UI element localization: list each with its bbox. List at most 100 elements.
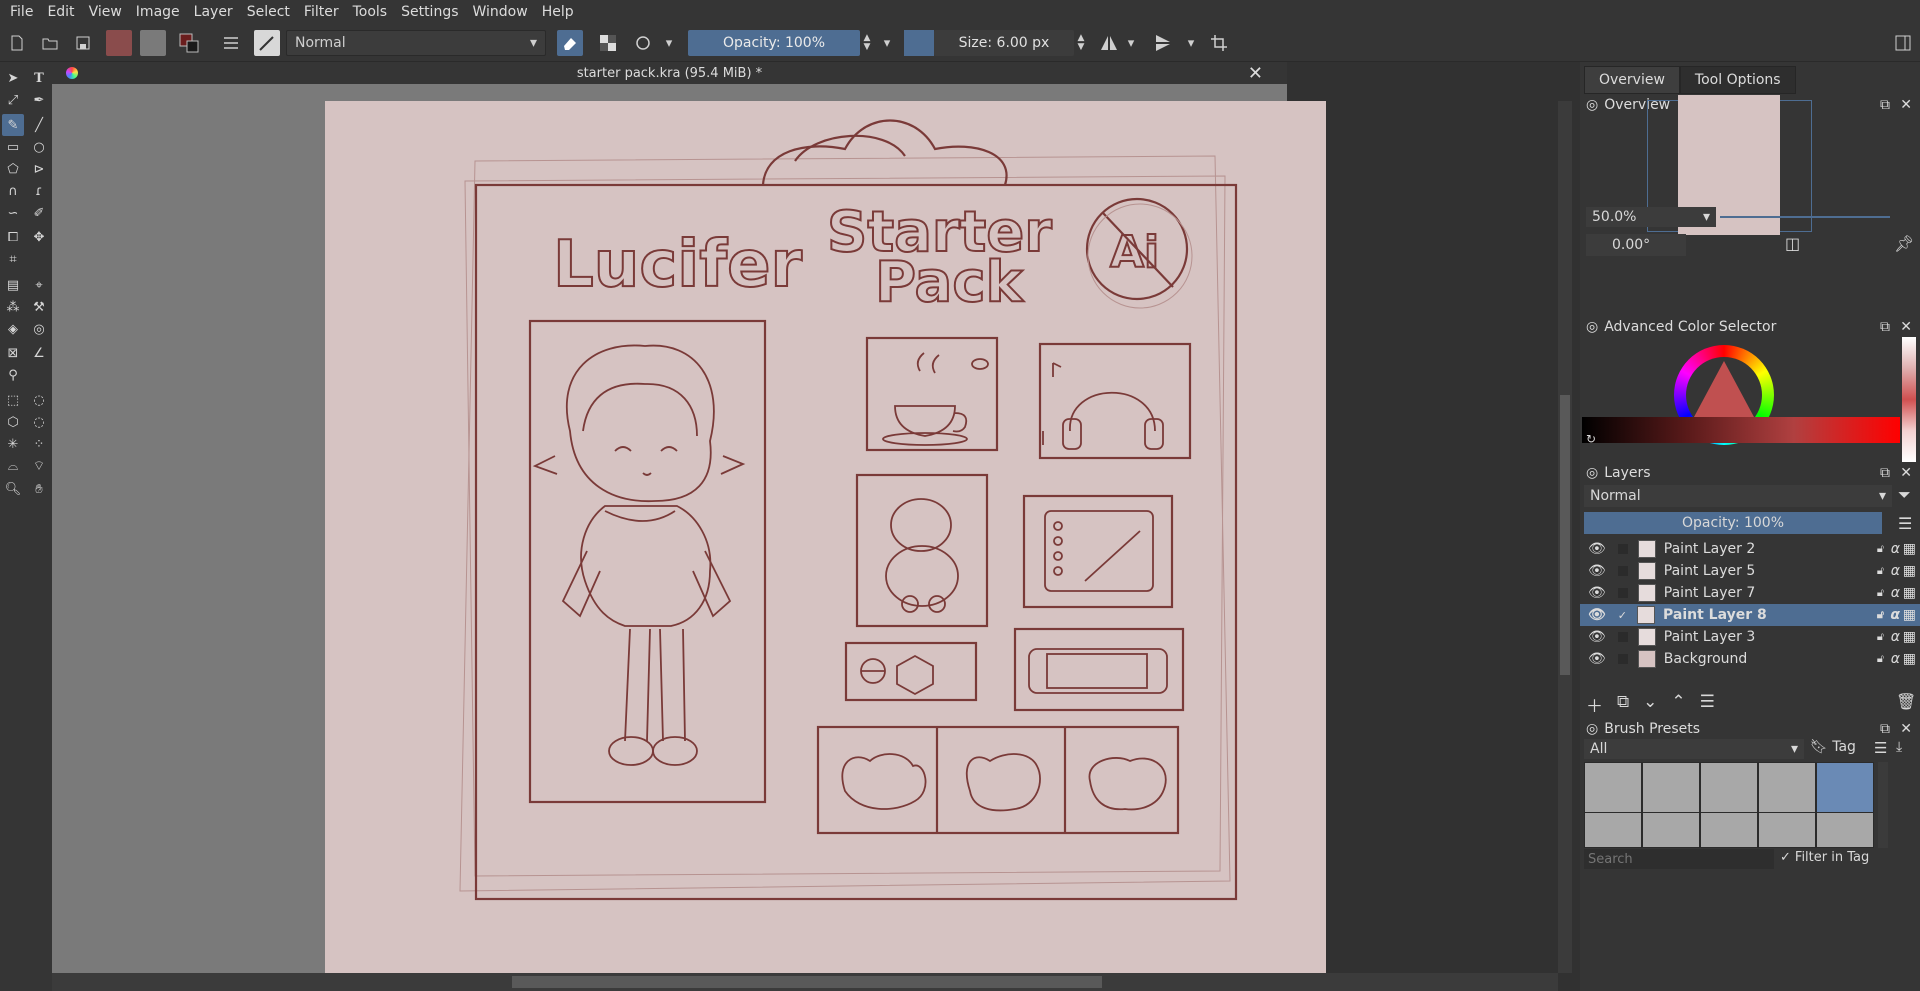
brush-tag-select[interactable]: All ▾: [1584, 739, 1804, 759]
vertical-scroll-thumb[interactable]: [1560, 395, 1570, 675]
menu-help[interactable]: Help: [542, 4, 574, 20]
eraser-mode-icon[interactable]: [557, 30, 583, 56]
fill-tool-icon[interactable]: ◈: [2, 318, 24, 340]
size-slider-fill[interactable]: [904, 30, 934, 56]
alpha-lock-icon[interactable]: ▦: [1903, 629, 1916, 645]
mirror-h-dropdown-icon[interactable]: ▾: [1124, 30, 1138, 56]
mirror-v-dropdown-icon[interactable]: ▾: [1184, 30, 1198, 56]
alpha-lock-icon[interactable]: ▦: [1903, 541, 1916, 557]
alpha-inherit-icon[interactable]: α: [1891, 629, 1900, 645]
calligraphy-icon[interactable]: ✒: [28, 89, 50, 111]
crop-tool-icon[interactable]: ⌗: [2, 248, 24, 270]
opacity-stepper[interactable]: ▲ ▼: [860, 30, 874, 56]
layer-lock-icon[interactable]: 🔓︎: [1877, 586, 1884, 600]
close-docker-icon[interactable]: ✕: [1900, 721, 1912, 737]
layer-options-icon[interactable]: ☰: [1898, 514, 1912, 533]
reference-tool-icon[interactable]: ⚲: [2, 364, 24, 386]
brush-presets-scrollbar[interactable]: [1878, 762, 1888, 848]
close-document-icon[interactable]: ✕: [1248, 63, 1263, 84]
rectangle-tool-icon[interactable]: ▭: [2, 136, 24, 158]
freehand-path-icon[interactable]: ɾ: [28, 180, 50, 202]
layer-checkbox[interactable]: [1617, 632, 1628, 642]
freehand-brush-icon[interactable]: ✎: [2, 114, 24, 136]
menu-tools[interactable]: Tools: [353, 4, 388, 20]
menu-filter[interactable]: Filter: [304, 4, 339, 20]
lock-icon[interactable]: ◎: [1586, 465, 1598, 481]
line-tool-icon[interactable]: ╱: [28, 114, 50, 136]
measure-tool-icon[interactable]: ∠: [28, 342, 50, 364]
layer-check-icon[interactable]: ✓: [1618, 609, 1627, 622]
dynamic-brush-icon[interactable]: ∽: [2, 202, 24, 224]
color-history-strip[interactable]: [1902, 337, 1916, 462]
canvas-vertical-scrollbar[interactable]: [1558, 101, 1572, 973]
add-layer-icon[interactable]: ＋: [1586, 692, 1603, 717]
layer-row[interactable]: 👁︎ Paint Layer 3 🔓︎ α ▦: [1580, 626, 1920, 648]
brush-preset-thumbnail[interactable]: [1758, 812, 1816, 848]
visibility-eye-icon[interactable]: 👁︎: [1588, 563, 1606, 579]
polyline-tool-icon[interactable]: ⊳: [28, 158, 50, 180]
menu-settings[interactable]: Settings: [401, 4, 458, 20]
menu-edit[interactable]: Edit: [47, 4, 74, 20]
save-icon[interactable]: [70, 30, 96, 56]
alpha-inherit-icon[interactable]: α: [1890, 607, 1900, 623]
menu-window[interactable]: Window: [473, 4, 528, 20]
visibility-eye-icon[interactable]: 👁︎: [1588, 651, 1606, 667]
layer-row-selected[interactable]: 👁︎ ✓ Paint Layer 8 🔓︎ α ▦: [1580, 604, 1920, 626]
lock-icon[interactable]: ◎: [1586, 97, 1598, 113]
select-shapes-icon[interactable]: ➤: [2, 67, 24, 89]
magnetic-select-icon[interactable]: ⌔: [28, 455, 50, 477]
alpha-inherit-icon[interactable]: α: [1891, 585, 1900, 601]
visibility-eye-icon[interactable]: 👁︎: [1588, 585, 1606, 601]
menu-view[interactable]: View: [89, 4, 122, 20]
canvas-horizontal-scrollbar[interactable]: [52, 973, 1558, 991]
text-tool-icon[interactable]: T: [28, 67, 50, 89]
mirror-horizontal-icon[interactable]: [1096, 30, 1122, 56]
layer-opacity-slider[interactable]: Opacity: 100%: [1584, 512, 1882, 534]
ellipse-select-icon[interactable]: ◌: [28, 389, 50, 411]
layer-row[interactable]: 👁︎ Paint Layer 2 🔓︎ α ▦: [1580, 538, 1920, 560]
brush-preset-icon[interactable]: [254, 30, 280, 56]
zoom-select[interactable]: 50.0% ▾: [1586, 207, 1716, 227]
pan-tool-icon[interactable]: ✋︎: [28, 478, 50, 500]
brush-preset-thumbnail[interactable]: [1700, 812, 1758, 848]
refresh-icon[interactable]: ↻: [1586, 432, 1596, 446]
edit-shapes-icon[interactable]: ⤢: [2, 89, 24, 111]
layer-checkbox[interactable]: [1617, 588, 1628, 598]
tab-overview[interactable]: Overview: [1584, 66, 1680, 94]
dockers-panel-icon[interactable]: [1890, 30, 1916, 56]
color-shade-bar[interactable]: [1582, 417, 1900, 443]
float-docker-icon[interactable]: ⧉: [1880, 721, 1890, 737]
tag-button[interactable]: 🔖︎ Tag: [1810, 739, 1856, 755]
brush-preset-thumbnail[interactable]: [1584, 812, 1642, 848]
zoom-tool-icon[interactable]: 🔍︎: [2, 478, 24, 500]
import-brush-icon[interactable]: ⤓: [1896, 739, 1902, 755]
layer-row[interactable]: 👁︎ Paint Layer 5 🔓︎ α ▦: [1580, 560, 1920, 582]
layer-properties-icon[interactable]: ☰: [1700, 692, 1715, 717]
move-tool-icon[interactable]: ✥: [28, 226, 50, 248]
layer-lock-icon[interactable]: 🔓︎: [1877, 652, 1884, 666]
color-swatch-icon[interactable]: [176, 30, 202, 56]
size-stepper[interactable]: ▲ ▼: [1074, 30, 1088, 56]
layer-lock-icon[interactable]: 🔓︎: [1877, 630, 1884, 644]
smart-patch-icon[interactable]: ⚒: [28, 296, 50, 318]
layer-checkbox[interactable]: [1617, 544, 1628, 554]
filter-in-tag-checkbox[interactable]: ✓ Filter in Tag: [1780, 850, 1869, 865]
duplicate-layer-icon[interactable]: ⧉: [1617, 692, 1629, 717]
layer-row[interactable]: 👁︎ Paint Layer 7 🔓︎ α ▦: [1580, 582, 1920, 604]
menu-layer[interactable]: Layer: [194, 4, 233, 20]
reload-preset-icon[interactable]: [630, 30, 656, 56]
alpha-inherit-icon[interactable]: α: [1891, 541, 1900, 557]
document-tab[interactable]: starter pack.kra (95.4 MiB) * ✕: [52, 62, 1287, 84]
colorize-mask-icon[interactable]: ⁂: [2, 296, 24, 318]
float-docker-icon[interactable]: ⧉: [1880, 97, 1890, 113]
brush-preset-thumbnail[interactable]: [1816, 812, 1874, 848]
open-document-icon[interactable]: [37, 30, 63, 56]
float-docker-icon[interactable]: ⧉: [1880, 465, 1890, 481]
alpha-lock-icon[interactable]: ▦: [1903, 563, 1916, 579]
new-document-icon[interactable]: [4, 30, 30, 56]
menu-select[interactable]: Select: [247, 4, 290, 20]
alpha-lock-icon[interactable]: ▦: [1903, 651, 1916, 667]
rotation-field[interactable]: 0.00°: [1586, 234, 1686, 256]
alpha-inherit-icon[interactable]: α: [1891, 563, 1900, 579]
gradient-tool-icon[interactable]: ▤: [2, 274, 24, 296]
